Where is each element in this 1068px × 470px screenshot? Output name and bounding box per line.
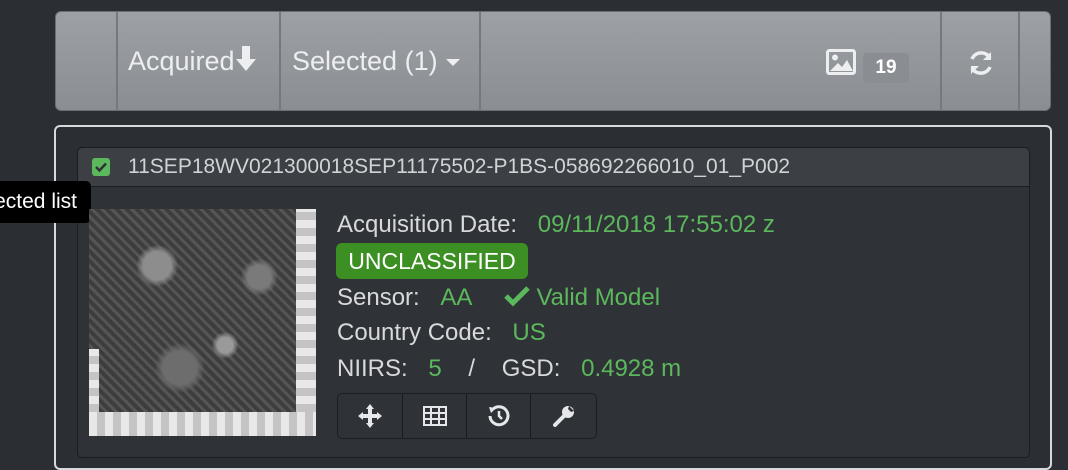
- country-label: Country Code:: [337, 319, 492, 346]
- check-icon: [95, 162, 107, 173]
- history-icon: [488, 405, 509, 427]
- gsd-value: 0.4928 m: [581, 355, 682, 382]
- wrench-icon: [552, 406, 574, 427]
- niirs-label: NIIRS:: [337, 355, 408, 382]
- image-icon[interactable]: [826, 49, 856, 75]
- history-button[interactable]: [467, 393, 531, 439]
- thumbnail-nodata-edge: [89, 412, 316, 436]
- image-thumbnail[interactable]: [89, 209, 316, 436]
- niirs-gsd-row: NIIRS: 5 / GSD: 0.4928 m: [337, 355, 681, 383]
- selected-label: Selected (1): [292, 46, 438, 76]
- toolbar-divider: [116, 12, 118, 110]
- sort-acquired-button[interactable]: Acquired: [128, 45, 257, 77]
- tools-button[interactable]: [531, 393, 597, 439]
- separator: /: [468, 355, 476, 382]
- sort-label: Acquired: [128, 46, 235, 76]
- checkmark-icon: [503, 286, 530, 307]
- image-count-badge: 19: [863, 53, 909, 83]
- tooltip-text: Remove from selected list: [0, 190, 77, 213]
- remove-selected-tooltip: Remove from selected list: [0, 181, 91, 223]
- acquisition-label: Acquisition Date:: [337, 211, 518, 238]
- card-header: 11SEP18WV021300018SEP11175502-P1BS-05869…: [78, 148, 1029, 187]
- caret-down-icon: [445, 59, 460, 67]
- sensor-row: Sensor: AA Valid Model: [337, 284, 660, 312]
- toolbar-divider: [479, 12, 481, 110]
- acquisition-date-row: Acquisition Date: 09/11/2018 17:55:02 z: [337, 211, 775, 239]
- niirs-value: 5: [428, 355, 442, 382]
- image-title[interactable]: 11SEP18WV021300018SEP11175502-P1BS-05869…: [128, 156, 790, 178]
- select-checkbox[interactable]: [92, 158, 110, 176]
- model-status: Valid Model: [536, 284, 661, 311]
- move-button[interactable]: [337, 393, 403, 439]
- toolbar-divider: [279, 12, 281, 110]
- country-value: US: [512, 319, 546, 346]
- toolbar-divider: [1018, 12, 1020, 110]
- gsd-label: GSD:: [501, 355, 561, 382]
- toolbar-divider: [940, 12, 942, 110]
- acquisition-value: 09/11/2018 17:55:02 z: [537, 211, 775, 238]
- results-toolbar: Acquired Selected (1) 19: [55, 11, 1051, 111]
- card-action-buttons: [337, 393, 597, 439]
- sensor-value: AA: [440, 284, 472, 311]
- thumbnail-nodata-edge: [296, 209, 316, 436]
- table-icon: [422, 406, 447, 426]
- table-button[interactable]: [403, 393, 467, 439]
- sensor-label: Sensor:: [337, 284, 420, 311]
- move-icon: [358, 404, 382, 428]
- country-row: Country Code: US: [337, 319, 546, 347]
- selected-dropdown[interactable]: Selected (1): [292, 45, 460, 77]
- arrow-down-icon: [235, 46, 256, 71]
- refresh-icon[interactable]: [968, 50, 994, 76]
- classification-badge: UNCLASSIFIED: [336, 243, 528, 279]
